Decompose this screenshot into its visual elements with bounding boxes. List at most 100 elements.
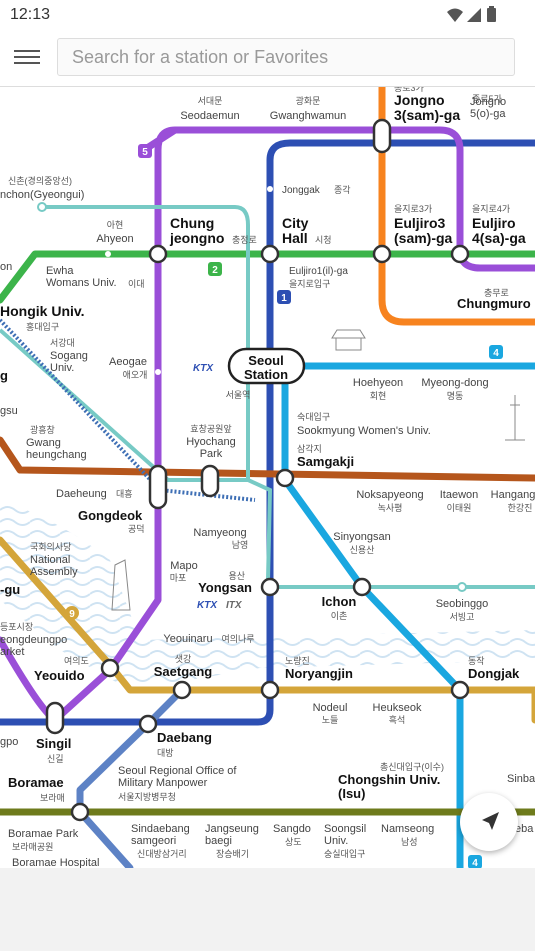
- station-label-ko-itaewon: 이태원: [447, 503, 472, 513]
- station-label-daebang[interactable]: Daebang: [157, 730, 212, 745]
- station-label-hongik[interactable]: Hongik Univ.: [0, 303, 85, 319]
- station-label-ko-hangang: 한강진: [508, 503, 533, 513]
- station-label-seoul[interactable]: Seoul Station: [244, 353, 288, 382]
- station-label-gwangheungchang[interactable]: Gwang heungchang: [26, 437, 87, 461]
- station-node-jongno3: [372, 118, 392, 154]
- station-label-ko-nodeul: 노들: [322, 715, 339, 725]
- station-label-gongdeok[interactable]: Gongdeok: [78, 508, 143, 523]
- station-label-sinyongsan[interactable]: Sinyongsan: [333, 531, 391, 543]
- station-label-noryangjin[interactable]: Noryangjin: [285, 666, 353, 681]
- subway-map-svg[interactable]: 5 2 1 4 9 4 Jongno 3(sam)-ga종로3가Jongno 5(o…: [0, 87, 535, 868]
- station-label-ko-singil: 신길: [47, 754, 64, 764]
- station-node-chungjeongno: [148, 244, 168, 264]
- station-label-ko-sinyongsan: 신용산: [350, 545, 375, 555]
- station-label-noksapyeong[interactable]: Noksapyeong: [356, 489, 423, 501]
- station-label-ko-cityhall: 시청: [315, 235, 332, 245]
- station-node-yongsan: [260, 577, 280, 597]
- station-label-euljiro4[interactable]: Euljiro 4(sa)-ga: [472, 215, 526, 246]
- station-node-daebang: [138, 714, 158, 734]
- svg-text:4: 4: [472, 858, 478, 868]
- station-label-boramae[interactable]: Boramae: [8, 775, 64, 790]
- station-label-ko-seodaemun: 서대문: [198, 96, 223, 106]
- station-label-aeogae[interactable]: Aeogae: [109, 356, 147, 368]
- bottom-area: [0, 868, 535, 951]
- station-label-ko-ewha: 이대: [128, 279, 145, 289]
- station-label-nodeul[interactable]: Nodeul: [313, 702, 348, 714]
- station-label-ko-seobinggo: 서빙고: [450, 612, 475, 622]
- station-label-itaewon[interactable]: Itaewon: [440, 489, 479, 501]
- station-label-ewha[interactable]: Ewha Womans Univ.: [46, 265, 117, 289]
- station-label-euljiro3[interactable]: Euljiro3 (sam)-ga: [394, 215, 453, 246]
- station-label-hoehyeon[interactable]: Hoehyeon: [353, 377, 403, 389]
- station-label-namseong[interactable]: Namseong: [381, 823, 434, 835]
- menu-icon[interactable]: [14, 46, 40, 68]
- search-input[interactable]: [57, 38, 515, 76]
- station-node-boramae: [70, 802, 90, 822]
- station-label-chungjeongno[interactable]: Chung jeongno: [169, 215, 224, 246]
- station-label-ko-jangseung: 장승배기: [216, 849, 249, 859]
- station-label-yeouido[interactable]: Yeouido: [34, 668, 85, 683]
- station-dot-jonggak: [267, 186, 273, 192]
- station-label-euljiro1[interactable]: Euljiro1(il)-ga: [289, 266, 348, 277]
- station-label-saetgang[interactable]: Saetgang: [154, 664, 213, 679]
- station-label-jangseung[interactable]: Jangseung baegi: [205, 823, 259, 847]
- station-label-boramaehospital[interactable]: Boramae Hospital: [12, 857, 99, 868]
- station-label-chungmuro[interactable]: Chungmuro: [457, 296, 531, 311]
- station-label-ko-boramae: 보라매: [40, 793, 65, 803]
- station-node-saetgang: [172, 680, 192, 700]
- station-node-euljiro3: [372, 244, 392, 264]
- station-label-jongno3[interactable]: Jongno 3(sam)-ga: [394, 92, 460, 123]
- station-label-gsu[interactable]: gsu: [0, 405, 18, 417]
- station-node-euljiro4: [450, 244, 470, 264]
- station-label-on[interactable]: on: [0, 261, 12, 273]
- station-label-ko-gongdeok: 공덕: [128, 524, 145, 534]
- station-label-yongsan[interactable]: Yongsan: [198, 580, 252, 595]
- station-label-ko-samgakji: 삼각지: [297, 443, 322, 454]
- station-label-g[interactable]: g: [0, 368, 8, 383]
- station-label-ko-daebang: 대방: [157, 748, 174, 758]
- station-label-hangang[interactable]: Hangang: [491, 489, 535, 501]
- station-label-sindaebang[interactable]: Sindaebang samgeori: [131, 823, 190, 847]
- station-label-singil[interactable]: Singil: [36, 736, 71, 751]
- station-node-dongjak: [450, 680, 470, 700]
- station-label-ko-sinchon: 신촌(경의중앙선): [8, 175, 72, 186]
- station-label-hyochang[interactable]: Hyochang Park: [186, 436, 236, 460]
- station-label-sinchon[interactable]: nchon(Gyeongui): [0, 189, 84, 201]
- station-label-sogang[interactable]: Sogang Univ.: [50, 350, 88, 374]
- itx-logo: ITX: [226, 600, 243, 611]
- station-label-mapo[interactable]: Mapo: [170, 560, 198, 572]
- station-label-samgakji[interactable]: Samgakji: [297, 454, 354, 469]
- station-label-ko-noksapyeong: 녹사평: [378, 503, 403, 513]
- station-label-heukseok[interactable]: Heukseok: [373, 702, 422, 714]
- station-label-ichon[interactable]: Ichon: [322, 594, 357, 609]
- station-label-dongjak[interactable]: Dongjak: [468, 666, 520, 681]
- my-location-button[interactable]: [460, 793, 518, 851]
- station-label-ko-aeogae: 애오개: [123, 370, 148, 380]
- station-label-ko-seoul: 서울역: [226, 390, 251, 400]
- subway-map[interactable]: 5 2 1 4 9 4 Jongno 3(sam)-ga 종로3가 Jongno 5(o…: [0, 87, 535, 868]
- station-label-chongshin[interactable]: Chongshin Univ. (Isu): [338, 772, 440, 801]
- station-label-seobinggo[interactable]: Seobinggo: [436, 598, 489, 610]
- station-label-ko-euljiro3: 을지로3가: [394, 204, 432, 214]
- station-label-gwanghwamun[interactable]: Gwanghwamun: [270, 110, 346, 122]
- station-label-boramaepark[interactable]: Boramae Park: [8, 828, 79, 840]
- station-label-seodaemun[interactable]: Seodaemun: [180, 110, 239, 122]
- station-label-yeouinaru[interactable]: Yeouinaru: [163, 633, 212, 645]
- station-label-daeheung[interactable]: Daeheung: [56, 488, 107, 500]
- station-label-cityhall[interactable]: City Hall: [282, 215, 309, 246]
- station-label-sinbang[interactable]: Sinba: [507, 773, 535, 785]
- station-dot-ahyeon: [105, 251, 111, 257]
- station-label-manpower[interactable]: Seoul Regional Office of Military Manpowe…: [118, 765, 237, 789]
- station-label-sangdo[interactable]: Sangdo: [273, 823, 311, 835]
- station-label-ko-ichon: 이촌: [331, 611, 348, 621]
- station-label-namyeong[interactable]: Namyeong: [193, 527, 246, 539]
- station-label-jonggak[interactable]: Jonggak: [282, 185, 321, 196]
- station-label-gu[interactable]: -gu: [0, 582, 20, 597]
- station-label-sookmyung[interactable]: Sookmyung Women's Univ.: [297, 425, 431, 437]
- status-time: 12:13: [10, 6, 51, 23]
- svg-text:1: 1: [281, 293, 287, 304]
- station-label-soongsil[interactable]: Soongsil Univ.: [324, 823, 366, 847]
- station-label-ahyeon[interactable]: Ahyeon: [96, 233, 133, 245]
- station-label-gpo[interactable]: gpo: [0, 736, 18, 748]
- station-label-myeongdong[interactable]: Myeong-dong: [421, 377, 488, 389]
